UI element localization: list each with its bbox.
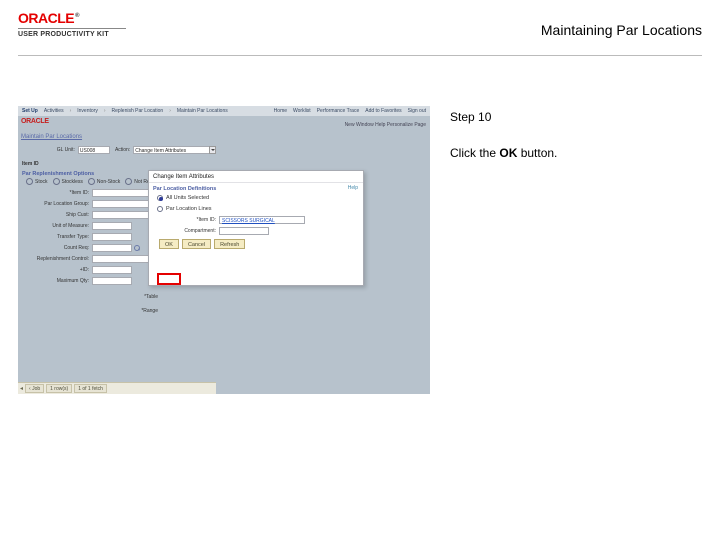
step-text-bold: OK: [499, 146, 517, 160]
radio-stock[interactable]: Stock: [26, 178, 48, 185]
breadcrumb[interactable]: Activities: [44, 108, 64, 114]
field-label: Ship Cust:: [20, 212, 92, 218]
radio-nonstock[interactable]: Non-Stock: [88, 178, 120, 185]
chevron-down-icon[interactable]: [209, 146, 216, 154]
under-labels: *Table *Range: [108, 292, 158, 316]
field-label: *Item ID:: [20, 190, 92, 196]
document-header: ORACLE USER PRODUCTIVITY KIT Maintaining…: [18, 0, 702, 56]
field-label: Par Location Group:: [20, 201, 92, 207]
dialog-item-id-label: *Item ID:: [149, 217, 219, 223]
dialog-help-link[interactable]: Help: [348, 185, 358, 191]
status-seg-rows: 1 row(s): [46, 384, 72, 393]
back-arrow-icon[interactable]: ◂: [20, 385, 23, 392]
gl-unit-input[interactable]: US008: [78, 146, 110, 154]
action-select[interactable]: Change Item Attributes: [133, 146, 210, 154]
brand-divider: [18, 28, 126, 29]
dialog-compartment-label: Compartment:: [149, 228, 219, 234]
field-label: +ID:: [20, 267, 92, 273]
nav-favorites[interactable]: Add to Favorites: [365, 108, 401, 114]
field-label: Count Req:: [20, 245, 92, 251]
section-header: Maintain Par Locations: [21, 134, 82, 140]
status-seg-job[interactable]: ‹ Job: [25, 384, 44, 393]
brand-block: ORACLE USER PRODUCTIVITY KIT: [18, 10, 126, 38]
count-req-input[interactable]: [92, 244, 132, 252]
app-topbar: Set Up Activities› Inventory› Replenish …: [18, 106, 430, 116]
refresh-button[interactable]: Refresh: [214, 239, 245, 249]
radio-par-lines[interactable]: [157, 206, 163, 212]
field-label: Transfer Type:: [20, 234, 92, 240]
radio-all-units[interactable]: [157, 195, 163, 201]
oracle-logo: ORACLE: [18, 10, 126, 26]
max-qty-input[interactable]: [92, 277, 132, 285]
action-label: Action:: [110, 147, 133, 153]
cancel-button[interactable]: Cancel: [182, 239, 211, 249]
ok-button[interactable]: OK: [159, 239, 179, 249]
radio-stockless[interactable]: Stockless: [53, 178, 83, 185]
uom-input[interactable]: [92, 222, 132, 230]
app-userline: New Window Help Personalize Page: [345, 122, 426, 128]
breadcrumb[interactable]: Inventory: [77, 108, 98, 114]
field-label: Maximum Qty:: [20, 278, 92, 284]
status-bar: ◂ ‹ Job 1 row(s) 1 of 1 fetch: [18, 382, 216, 394]
nav-worklist[interactable]: Worklist: [293, 108, 311, 114]
step-text: Click the OK button.: [450, 146, 557, 160]
nav-home[interactable]: Home: [274, 108, 287, 114]
search-icon[interactable]: [133, 244, 141, 252]
transfer-type-input[interactable]: [92, 233, 132, 241]
instruction-panel: Step 10 Click the OK button.: [450, 106, 557, 394]
breadcrumb[interactable]: Maintain Par Locations: [177, 108, 228, 114]
highlight-ok: [157, 273, 181, 285]
under-label: *Range: [108, 308, 158, 314]
step-label: Step 10: [450, 110, 557, 124]
status-seg-fetch: 1 of 1 fetch: [74, 384, 107, 393]
app-screenshot: Set Up Activities› Inventory› Replenish …: [18, 106, 430, 394]
dialog-subheader: Par Location Definitions: [149, 183, 363, 192]
step-text-before: Click the: [450, 146, 499, 160]
app-oracle-logo: ORACLE: [21, 118, 49, 125]
field-label: Unit of Measure:: [20, 223, 92, 229]
dialog-compartment-input[interactable]: [219, 227, 269, 235]
page-title: Maintaining Par Locations: [541, 22, 702, 38]
change-item-attributes-dialog: Change Item Attributes Help Par Location…: [148, 170, 364, 286]
item-id-label: Item ID: [20, 161, 42, 167]
field-label: Replenishment Control:: [20, 256, 92, 262]
radio-all-units-label: All Units Selected: [166, 195, 209, 201]
nav-perf-trace[interactable]: Performance Trace: [317, 108, 360, 114]
dialog-title: Change Item Attributes: [149, 171, 363, 183]
id-input[interactable]: [92, 266, 132, 274]
under-label: *Table: [108, 294, 158, 300]
radio-par-lines-label: Par Location Lines: [166, 206, 212, 212]
step-text-after: button.: [517, 146, 557, 160]
nav-signout[interactable]: Sign out: [408, 108, 426, 114]
breadcrumb[interactable]: Replenish Par Location: [112, 108, 164, 114]
brand-subtitle: USER PRODUCTIVITY KIT: [18, 31, 126, 38]
menu-root[interactable]: Set Up: [22, 108, 38, 114]
gl-unit-label: GL Unit:: [20, 147, 78, 153]
dialog-item-id-link[interactable]: SCISSORS SURGICAL: [219, 216, 305, 224]
